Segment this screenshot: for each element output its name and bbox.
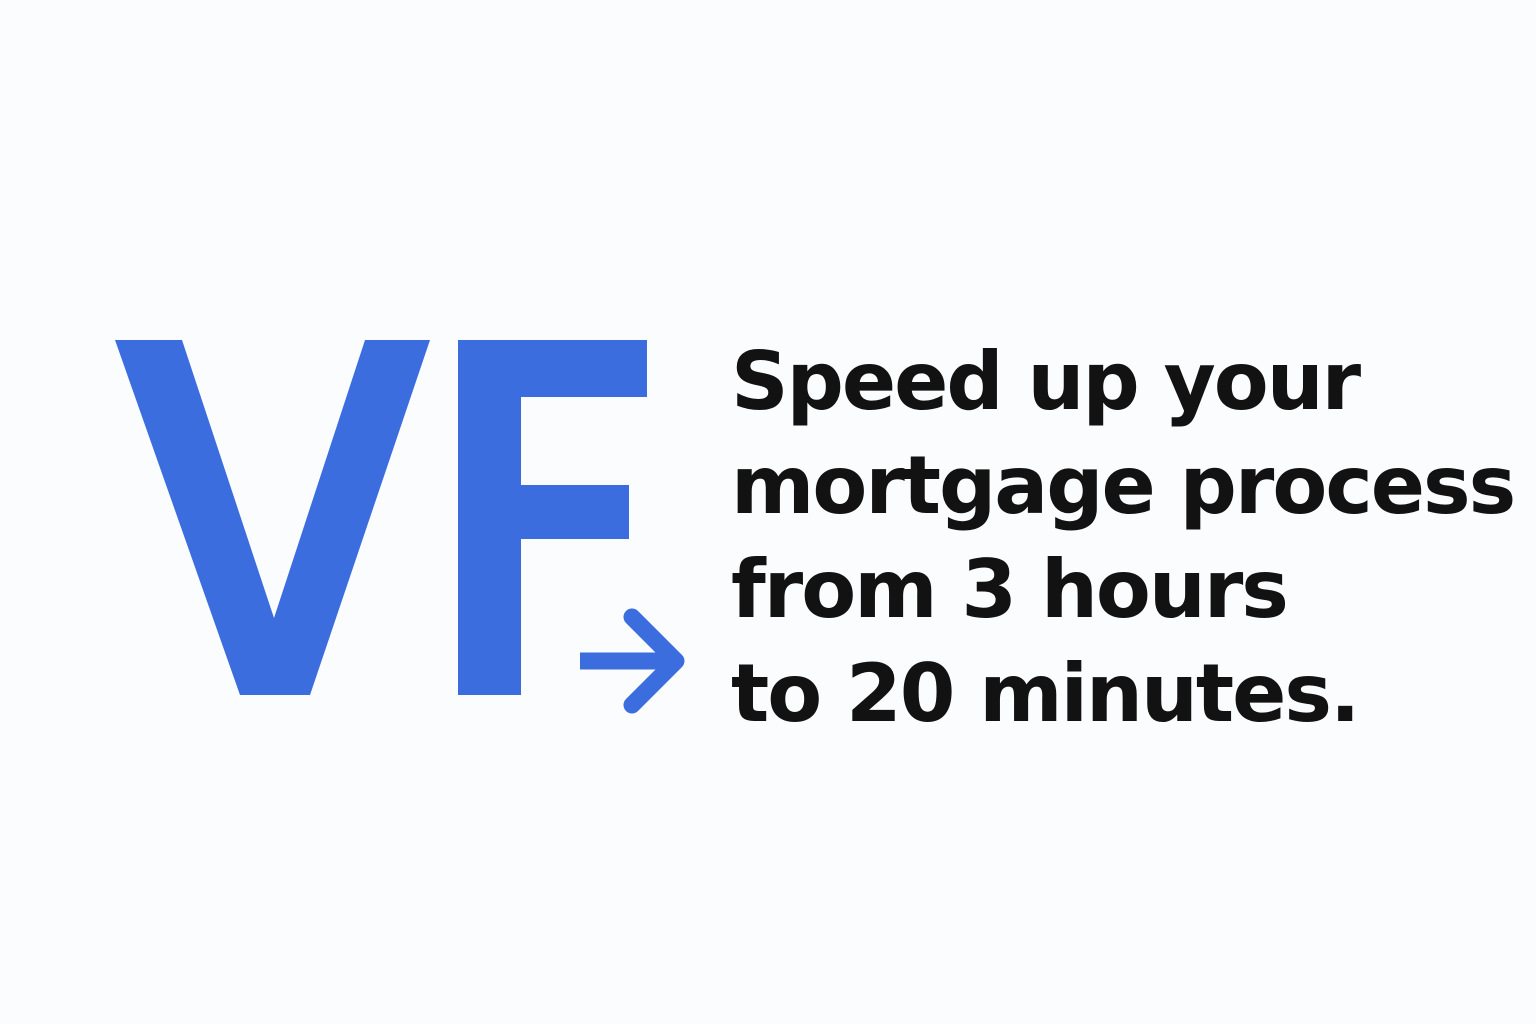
tagline-line-3: from 3 hours: [731, 543, 1289, 636]
arrow-right-icon: [580, 608, 685, 714]
vf-logo: [110, 330, 700, 720]
vf-logo-graphic: [115, 340, 685, 714]
tagline-line-4: to 20 minutes.: [731, 647, 1360, 740]
logo-letter-f: [458, 340, 647, 695]
tagline-line-1: Speed up your: [731, 335, 1361, 428]
canvas: Speed up your mortgage process from 3 ho…: [0, 0, 1536, 1024]
tagline-line-2: mortgage process: [731, 439, 1516, 532]
tagline: Speed up your mortgage process from 3 ho…: [731, 330, 1516, 746]
logo-letter-v: [115, 340, 430, 695]
